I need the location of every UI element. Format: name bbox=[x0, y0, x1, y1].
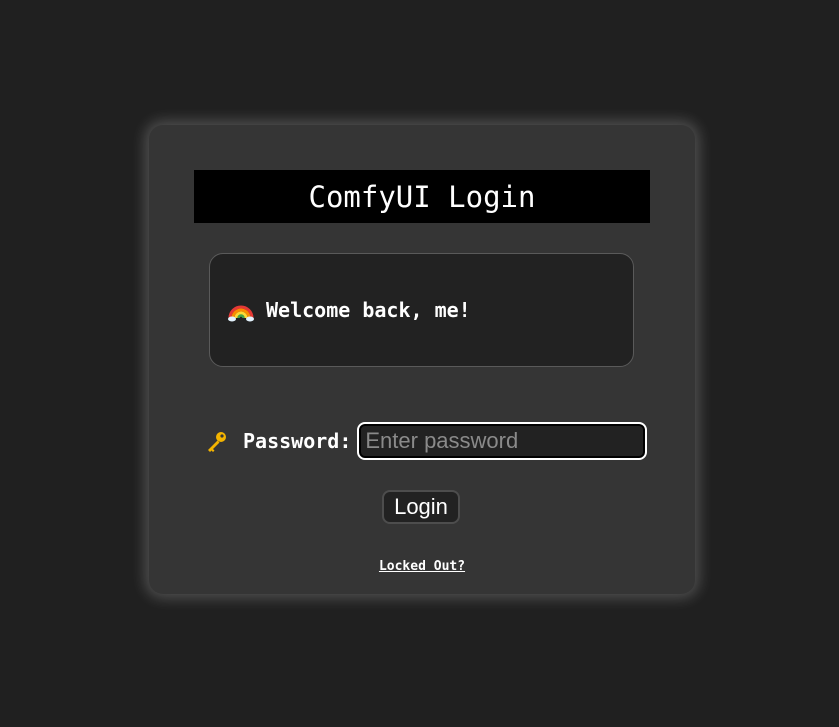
locked-out-link[interactable]: Locked Out? bbox=[149, 559, 695, 574]
login-card: ComfyUI Login Welcome back, me! Password… bbox=[149, 125, 695, 594]
welcome-message: Welcome back, me! bbox=[266, 298, 471, 322]
password-input[interactable] bbox=[357, 422, 648, 460]
rainbow-icon bbox=[228, 297, 254, 323]
key-icon bbox=[205, 429, 229, 453]
page-title: ComfyUI Login bbox=[194, 170, 650, 223]
password-label: Password: bbox=[243, 429, 352, 453]
password-row: Password: bbox=[205, 421, 648, 461]
login-button[interactable]: Login bbox=[382, 490, 460, 524]
welcome-box: Welcome back, me! bbox=[209, 253, 634, 367]
